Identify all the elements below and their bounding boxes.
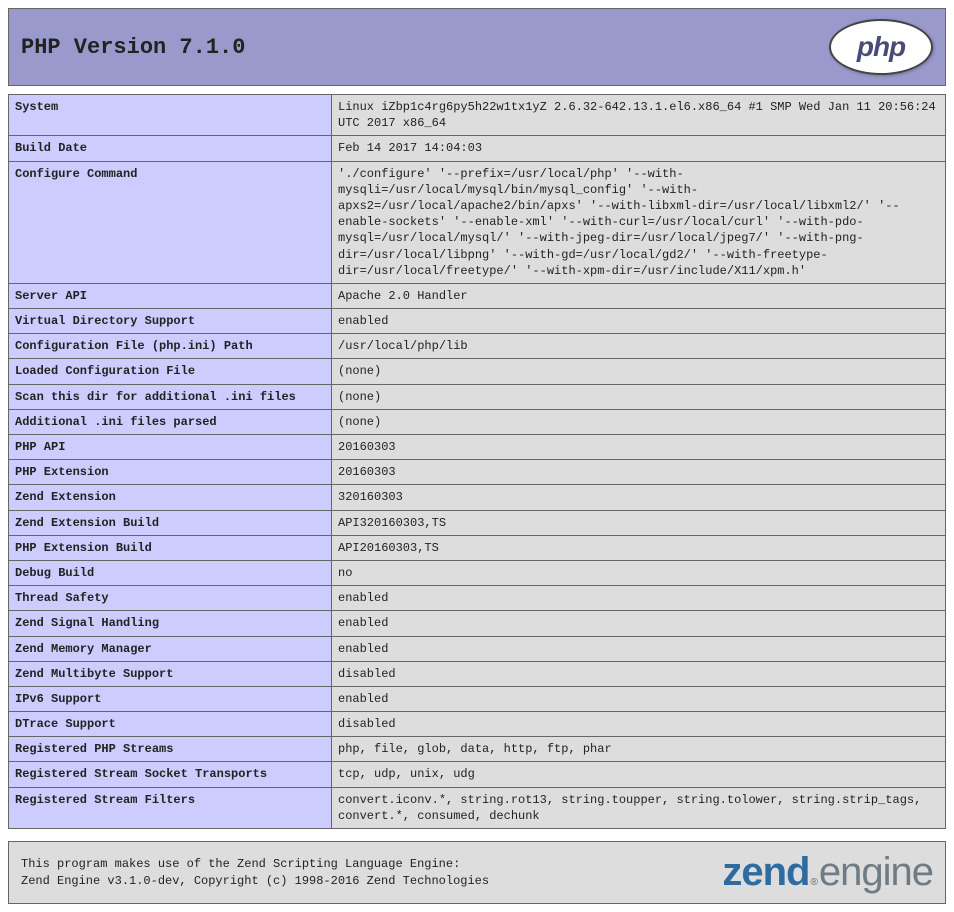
table-row: SystemLinux iZbp1c4rg6py5h22w1tx1yZ 2.6.… [9,95,946,136]
row-label: Virtual Directory Support [9,309,332,334]
table-row: Registered Stream Socket Transportstcp, … [9,762,946,787]
row-value: Apache 2.0 Handler [332,283,946,308]
table-row: Zend Extension320160303 [9,485,946,510]
row-value: (none) [332,409,946,434]
row-value: './configure' '--prefix=/usr/local/php' … [332,161,946,283]
table-row: Additional .ini files parsed(none) [9,409,946,434]
table-row: Registered PHP Streamsphp, file, glob, d… [9,737,946,762]
table-row: Zend Extension BuildAPI320160303,TS [9,510,946,535]
zend-engine-logo-icon: zend®engine [722,850,933,895]
row-label: Registered PHP Streams [9,737,332,762]
zend-logo-reg: ® [811,877,818,888]
zend-footer: This program makes use of the Zend Scrip… [8,841,946,904]
row-label: Scan this dir for additional .ini files [9,384,332,409]
row-value: (none) [332,359,946,384]
row-label: Build Date [9,136,332,161]
row-label: Debug Build [9,560,332,585]
php-logo-icon: php [829,19,933,75]
row-value: API20160303,TS [332,535,946,560]
table-row: Scan this dir for additional .ini files(… [9,384,946,409]
zend-footer-line2: Zend Engine v3.1.0-dev, Copyright (c) 19… [21,874,489,888]
table-row: Configure Command'./configure' '--prefix… [9,161,946,283]
row-label: IPv6 Support [9,686,332,711]
row-label: Configuration File (php.ini) Path [9,334,332,359]
table-row: PHP API20160303 [9,435,946,460]
table-row: Debug Buildno [9,560,946,585]
row-label: Zend Memory Manager [9,636,332,661]
row-label: PHP Extension [9,460,332,485]
row-value: disabled [332,661,946,686]
phpinfo-header: PHP Version 7.1.0 php [8,8,946,86]
zend-footer-line1: This program makes use of the Zend Scrip… [21,857,460,871]
row-label: Additional .ini files parsed [9,409,332,434]
table-row: Server APIApache 2.0 Handler [9,283,946,308]
table-row: Loaded Configuration File(none) [9,359,946,384]
row-label: PHP API [9,435,332,460]
row-value: enabled [332,686,946,711]
table-row: Zend Multibyte Supportdisabled [9,661,946,686]
row-value: disabled [332,712,946,737]
engine-logo-word: engine [819,850,933,895]
row-label: PHP Extension Build [9,535,332,560]
row-label: DTrace Support [9,712,332,737]
row-value: 20160303 [332,435,946,460]
table-row: Virtual Directory Supportenabled [9,309,946,334]
row-value: enabled [332,636,946,661]
page-title: PHP Version 7.1.0 [21,35,245,60]
table-row: Thread Safetyenabled [9,586,946,611]
row-value: php, file, glob, data, http, ftp, phar [332,737,946,762]
table-row: Zend Memory Managerenabled [9,636,946,661]
row-label: Zend Multibyte Support [9,661,332,686]
table-row: DTrace Supportdisabled [9,712,946,737]
row-value: no [332,560,946,585]
row-value: Feb 14 2017 14:04:03 [332,136,946,161]
row-label: Registered Stream Filters [9,787,332,828]
table-row: Build DateFeb 14 2017 14:04:03 [9,136,946,161]
row-value: enabled [332,586,946,611]
table-row: Configuration File (php.ini) Path/usr/lo… [9,334,946,359]
table-row: Zend Signal Handlingenabled [9,611,946,636]
table-row: PHP Extension20160303 [9,460,946,485]
row-value: 320160303 [332,485,946,510]
row-label: Configure Command [9,161,332,283]
row-value: convert.iconv.*, string.rot13, string.to… [332,787,946,828]
table-row: Registered Stream Filtersconvert.iconv.*… [9,787,946,828]
row-value: enabled [332,309,946,334]
row-label: Loaded Configuration File [9,359,332,384]
row-value: API320160303,TS [332,510,946,535]
row-value: (none) [332,384,946,409]
row-label: Zend Extension [9,485,332,510]
row-label: Zend Extension Build [9,510,332,535]
row-value: /usr/local/php/lib [332,334,946,359]
row-value: 20160303 [332,460,946,485]
row-label: Zend Signal Handling [9,611,332,636]
row-label: Thread Safety [9,586,332,611]
table-row: IPv6 Supportenabled [9,686,946,711]
row-label: Server API [9,283,332,308]
row-value: Linux iZbp1c4rg6py5h22w1tx1yZ 2.6.32-642… [332,95,946,136]
row-value: enabled [332,611,946,636]
row-label: System [9,95,332,136]
zend-logo-word: zend [722,850,809,895]
php-logo-text: php [857,31,905,63]
table-row: PHP Extension BuildAPI20160303,TS [9,535,946,560]
zend-footer-text: This program makes use of the Zend Scrip… [21,856,489,890]
phpinfo-table: SystemLinux iZbp1c4rg6py5h22w1tx1yZ 2.6.… [8,94,946,829]
row-value: tcp, udp, unix, udg [332,762,946,787]
row-label: Registered Stream Socket Transports [9,762,332,787]
